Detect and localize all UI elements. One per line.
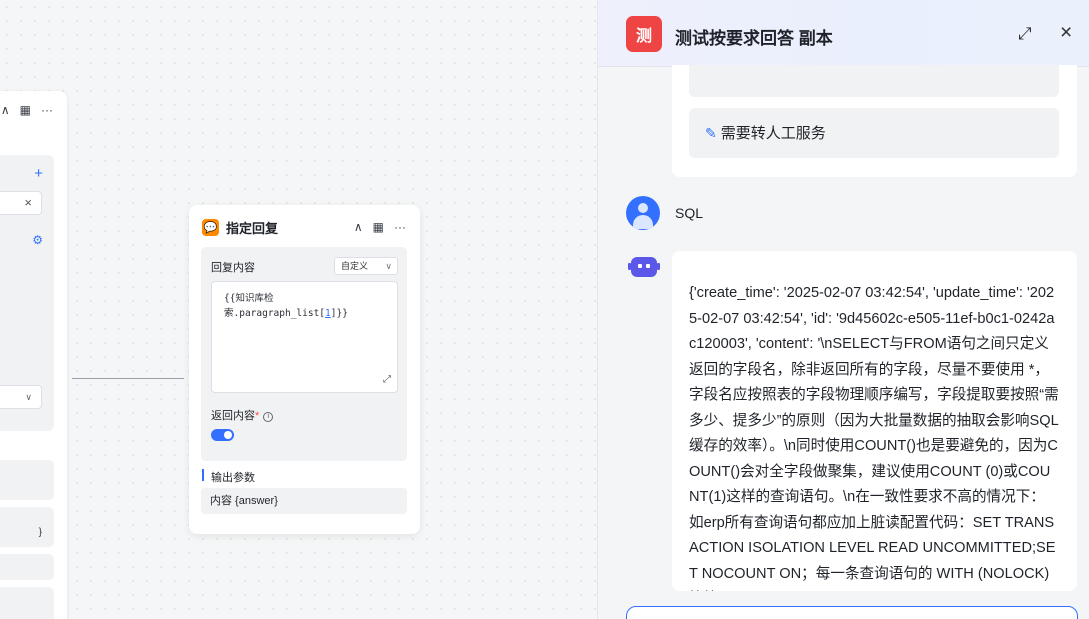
user-message: SQL xyxy=(675,205,704,221)
suggested-question-text: 需要转人工服务 xyxy=(720,125,826,142)
reply-content-label: 回复内容 xyxy=(211,262,255,274)
expand-icon[interactable]: ⤢ xyxy=(383,372,391,387)
template-text: ]}} xyxy=(330,308,348,319)
chevron-down-icon: ∨ xyxy=(25,392,32,402)
more-icon[interactable]: ··· xyxy=(394,220,406,234)
workflow-canvas[interactable]: ∧ ▦ ··· + × ⚙ ∨ } 💬 指定回复 ∧ ▦ ··· 回复内容 自定… xyxy=(0,0,597,619)
chat-input[interactable] xyxy=(626,606,1078,619)
param-row xyxy=(0,587,54,619)
previous-node-select[interactable]: ∨ xyxy=(0,385,42,409)
param-row xyxy=(0,554,54,580)
param-row: } xyxy=(0,507,54,547)
param-row-text: } xyxy=(38,527,42,538)
gear-icon[interactable]: ⚙ xyxy=(32,233,43,247)
variable-chip[interactable]: × xyxy=(0,191,42,215)
connection-edge[interactable] xyxy=(72,378,184,379)
debug-chat-panel: 测 测试按要求回答 副本 ⤢ × ✎ 需要转人工服务 SQL {'create_t… xyxy=(597,0,1089,619)
param-row xyxy=(0,460,54,500)
fullscreen-icon[interactable]: ⤢ xyxy=(1018,24,1032,44)
previous-node[interactable]: ∧ ▦ ··· + × ⚙ ∨ } xyxy=(0,91,67,619)
add-icon[interactable]: + xyxy=(34,165,43,182)
edit-icon: ✎ xyxy=(705,125,717,141)
chevron-up-icon[interactable]: ∧ xyxy=(354,220,363,234)
suggested-question[interactable]: ✎ 需要转人工服务 xyxy=(689,108,1059,158)
output-params-label: 输出参数 xyxy=(211,472,255,484)
reply-template-editor[interactable]: {{知识库检 索.paragraph_list[1]}} ⤢ xyxy=(211,281,398,393)
required-mark: * xyxy=(255,410,260,422)
user-avatar xyxy=(626,196,660,230)
previous-content xyxy=(689,65,1059,97)
chat-title: 测试按要求回答 副本 xyxy=(675,29,833,48)
return-content-label: 返回内容* i xyxy=(211,407,274,423)
section-marker xyxy=(202,469,204,481)
chevron-up-icon[interactable]: ∧ xyxy=(1,103,10,117)
reply-node-title: 指定回复 xyxy=(226,220,279,236)
template-text: 索.paragraph_list[ xyxy=(224,308,326,319)
reply-mode-value: 自定义 xyxy=(341,261,369,271)
reply-mode-select[interactable]: 自定义 ∨ xyxy=(334,257,398,275)
return-content-text: 返回内容 xyxy=(211,410,255,422)
stats-icon[interactable]: ▦ xyxy=(20,103,31,117)
output-param: 内容 {answer} xyxy=(201,488,407,514)
previous-answer-card: ✎ 需要转人工服务 xyxy=(672,65,1077,177)
reply-node-header: 💬 指定回复 ∧ ▦ ··· xyxy=(202,218,406,236)
reply-node-body: 回复内容 自定义 ∨ {{知识库检 索.paragraph_list[1]}} … xyxy=(201,247,407,461)
chevron-down-icon: ∨ xyxy=(385,261,392,271)
info-icon[interactable]: i xyxy=(263,412,274,422)
previous-node-actions: ∧ ▦ ··· xyxy=(1,103,53,117)
bot-answer: {'create_time': '2025-02-07 03:42:54', '… xyxy=(672,251,1077,591)
message-icon: 💬 xyxy=(202,218,219,236)
template-line: 索.paragraph_list[1]}} xyxy=(224,306,385,321)
stats-icon[interactable]: ▦ xyxy=(373,220,384,234)
close-icon[interactable]: × xyxy=(24,195,32,210)
more-icon[interactable]: ··· xyxy=(41,103,53,117)
chat-header: 测 测试按要求回答 副本 ⤢ × xyxy=(598,0,1089,67)
return-content-toggle[interactable] xyxy=(211,429,234,441)
robot-icon xyxy=(628,254,660,280)
template-line: {{知识库检 xyxy=(224,293,274,304)
app-icon: 测 xyxy=(626,16,662,52)
reply-node[interactable]: 💬 指定回复 ∧ ▦ ··· 回复内容 自定义 ∨ {{知识库检 索.parag… xyxy=(189,205,420,534)
close-icon[interactable]: × xyxy=(1060,21,1072,45)
